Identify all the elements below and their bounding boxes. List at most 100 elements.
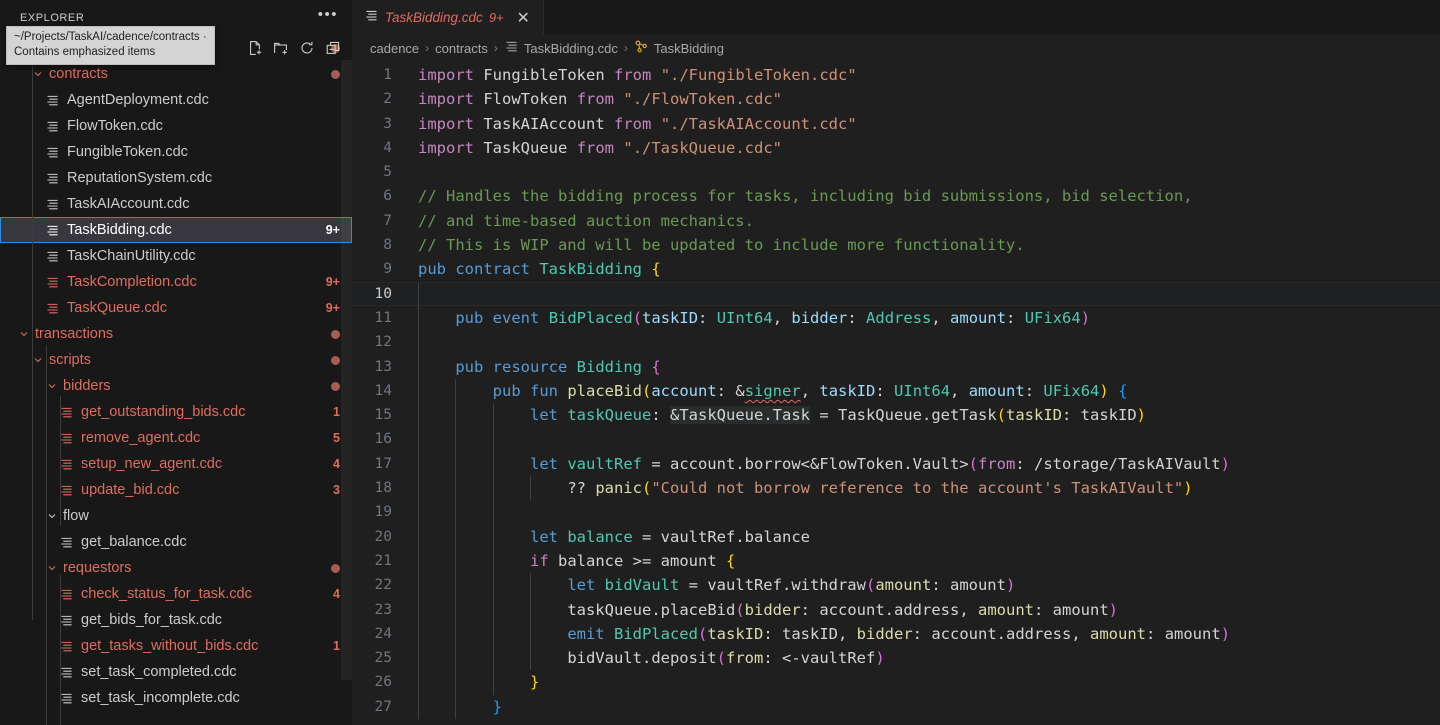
tree-file-get_balance.cdc[interactable]: get_balance.cdc xyxy=(0,529,352,555)
code-line-24[interactable]: 24 emit BidPlaced(taskID: taskID, bidder… xyxy=(352,621,1440,647)
code-line-25[interactable]: 25 bidVault.deposit(from: <-vaultRef) xyxy=(352,646,1440,671)
code-token: : xyxy=(698,308,717,327)
refresh-icon[interactable] xyxy=(296,37,318,59)
code-line-3[interactable]: 3 import TaskAIAccount from "./TaskAIAcco… xyxy=(352,112,1440,136)
code-line-15[interactable]: 15 let taskQueue: &TaskQueue.Task = Task… xyxy=(352,403,1440,428)
tree-file-FlowToken.cdc[interactable]: FlowToken.cdc xyxy=(0,113,352,139)
code-line-12[interactable]: 12 xyxy=(352,330,1440,355)
tooltip-line-path: ~/Projects/TaskAI/cadence/contracts · xyxy=(14,31,207,43)
sidebar-scrollbar[interactable] xyxy=(341,60,352,680)
breadcrumb-item-TaskBidding.cdc[interactable]: TaskBidding.cdc xyxy=(504,39,618,57)
code-line-11[interactable]: 11 pub event BidPlaced(taskID: UInt64, b… xyxy=(352,305,1440,331)
tree-file-TaskBidding.cdc[interactable]: TaskBidding.cdc 9+ xyxy=(0,217,352,243)
explorer-more-actions-icon[interactable]: ••• xyxy=(308,7,348,25)
tree-file-TaskCompletion.cdc[interactable]: TaskCompletion.cdc 9+ xyxy=(0,269,352,295)
collapse-all-icon[interactable] xyxy=(322,37,344,59)
line-number: 25 xyxy=(374,650,392,667)
code-line-4[interactable]: 4 import TaskQueue from "./TaskQueue.cdc" xyxy=(352,136,1440,160)
code-line-5[interactable]: 5 xyxy=(352,160,1440,184)
code-line-2[interactable]: 2 import FlowToken from "./FlowToken.cdc" xyxy=(352,87,1440,111)
code-editor[interactable]: 1 import FungibleToken from "./FungibleTo… xyxy=(352,61,1440,725)
code-line-10[interactable]: 10 xyxy=(352,281,1440,306)
code-token: vaultRef xyxy=(800,649,876,668)
tree-folder-transactions[interactable]: transactions xyxy=(0,321,352,347)
code-line-23[interactable]: 23 taskQueue.placeBid(bidder: account.ad… xyxy=(352,597,1440,622)
tree-file-remove_agent.cdc[interactable]: remove_agent.cdc 5 xyxy=(0,425,352,451)
code-token: ( xyxy=(735,600,745,619)
tree-file-ReputationSystem.cdc[interactable]: ReputationSystem.cdc xyxy=(0,165,352,191)
tree-file-get_tasks_without_bids.cdc[interactable]: get_tasks_without_bids.cdc 1 xyxy=(0,633,352,659)
code-line-14[interactable]: 14 pub fun placeBid(account: &signer, ta… xyxy=(352,378,1440,404)
code-line-21[interactable]: 21 if balance >= amount { xyxy=(352,548,1440,574)
code-line-17[interactable]: 17 let vaultRef = account.borrow<&FlowTo… xyxy=(352,451,1440,477)
breadcrumb-item-contracts[interactable]: contracts xyxy=(435,41,488,56)
code-indent-guide xyxy=(455,403,457,428)
chevron-down-icon[interactable] xyxy=(16,326,32,342)
code-token: amount xyxy=(660,551,717,570)
tree-file-update_bid.cdc[interactable]: update_bid.cdc 3 xyxy=(0,477,352,503)
code-token: : xyxy=(1024,381,1044,400)
tree-folder-flow[interactable]: flow xyxy=(0,503,352,529)
tree-file-set_task_incomplete.cdc[interactable]: set_task_incomplete.cdc xyxy=(0,685,352,711)
code-line-27[interactable]: 27 } xyxy=(352,694,1440,720)
code-token: resource xyxy=(492,357,568,376)
breadcrumb-separator-icon: › xyxy=(425,41,430,55)
code-token: import xyxy=(418,66,474,84)
tree-file-setup_new_agent.cdc[interactable]: setup_new_agent.cdc 4 xyxy=(0,451,352,477)
code-token: : xyxy=(1146,624,1165,643)
code-line-8[interactable]: 8 // This is WIP and will be updated to i… xyxy=(352,233,1440,257)
code-line-9[interactable]: 9 pub contract TaskBidding { xyxy=(352,257,1440,281)
tree-folder-requestors[interactable]: requestors xyxy=(0,555,352,581)
code-line-7[interactable]: 7 // and time-based auction mechanics. xyxy=(352,209,1440,233)
new-file-icon[interactable] xyxy=(244,37,266,59)
tree-file-AgentDeployment.cdc[interactable]: AgentDeployment.cdc xyxy=(0,87,352,113)
tab-dirty-badge: 9+ xyxy=(488,10,504,25)
breadcrumb-item-TaskBidding[interactable]: TaskBidding xyxy=(634,39,724,57)
tree-file-TaskChainUtility.cdc[interactable]: TaskChainUtility.cdc xyxy=(0,243,352,269)
breadcrumb-item-cadence[interactable]: cadence xyxy=(370,41,419,56)
tree-file-TaskAIAccount.cdc[interactable]: TaskAIAccount.cdc xyxy=(0,191,352,217)
code-line-1[interactable]: 1 import FungibleToken from "./FungibleTo… xyxy=(352,63,1440,87)
code-content: 1 import FungibleToken from "./FungibleTo… xyxy=(352,61,1440,720)
code-token: ( xyxy=(716,649,726,668)
code-token: bidder xyxy=(856,624,913,643)
tree-file-check_status_for_task.cdc[interactable]: check_status_for_task.cdc 4 xyxy=(0,581,352,607)
code-line-22[interactable]: 22 let bidVault = vaultRef.withdraw(amou… xyxy=(352,573,1440,598)
code-line-26[interactable]: 26 } xyxy=(352,670,1440,695)
code-indent-guide xyxy=(455,500,457,525)
line-number: 9 xyxy=(383,261,392,278)
tree-item-badge: 4 xyxy=(333,457,340,471)
new-folder-icon[interactable] xyxy=(270,37,292,59)
code-line-6[interactable]: 6 // Handles the bidding process for task… xyxy=(352,184,1440,208)
tree-item-badge: 5 xyxy=(333,431,340,445)
code-line-19[interactable]: 19 xyxy=(352,500,1440,525)
line-number: 10 xyxy=(374,285,392,302)
code-line-18[interactable]: 18 ?? panic("Could not borrow reference … xyxy=(352,476,1440,501)
code-indent-guide xyxy=(418,597,419,622)
tree-file-set_task_completed.cdc[interactable]: set_task_completed.cdc xyxy=(0,659,352,685)
tree-file-TaskQueue.cdc[interactable]: TaskQueue.cdc 9+ xyxy=(0,295,352,321)
close-icon[interactable]: ✕ xyxy=(514,8,533,27)
tree-folder-bidders[interactable]: bidders xyxy=(0,373,352,399)
code-line-13[interactable]: 13 pub resource Bidding { xyxy=(352,354,1440,379)
code-token: vaultRef xyxy=(707,576,782,595)
code-token: amount xyxy=(875,576,932,595)
code-line-20[interactable]: 20 let balance = vaultRef.balance xyxy=(352,524,1440,549)
tree-file-get_outstanding_bids.cdc[interactable]: get_outstanding_bids.cdc 1 xyxy=(0,399,352,425)
editor-tab-taskbidding[interactable]: TaskBidding.cdc 9+ ✕ xyxy=(352,0,544,35)
code-token: ( xyxy=(968,454,978,473)
file-code-icon xyxy=(44,93,61,108)
code-line-16[interactable]: 16 xyxy=(352,427,1440,452)
tree-folder-scripts[interactable]: scripts xyxy=(0,347,352,373)
code-token: = xyxy=(679,576,708,595)
line-number: 4 xyxy=(383,139,392,156)
tree-file-FungibleToken.cdc[interactable]: FungibleToken.cdc xyxy=(0,139,352,165)
code-token: from xyxy=(614,66,652,84)
code-token: : xyxy=(1006,308,1025,327)
code-token: address xyxy=(894,600,960,619)
line-text: let bidVault = vaultRef.withdraw(amount:… xyxy=(410,573,1015,597)
tree-file-get_bids_for_task.cdc[interactable]: get_bids_for_task.cdc xyxy=(0,607,352,633)
